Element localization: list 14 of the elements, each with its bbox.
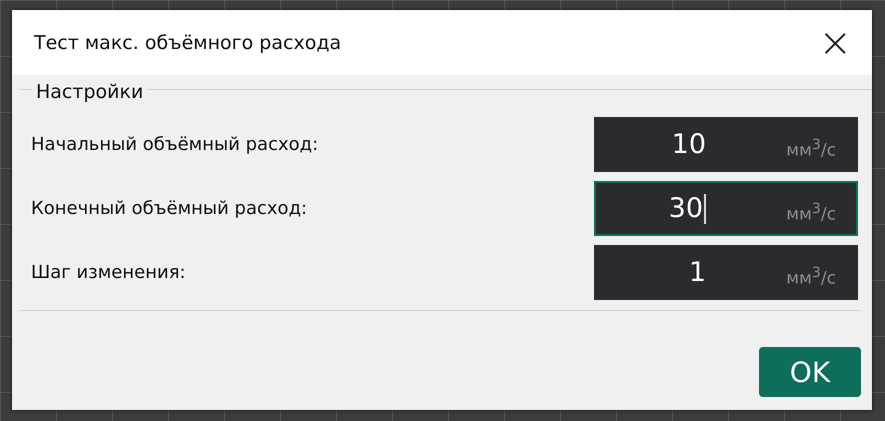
input-field[interactable]: 30 мм$^{3}$/с [594,181,858,236]
field-label: Начальный объёмный расход: [31,134,318,155]
input-field[interactable]: 10 мм$^{3}$/с [594,117,858,172]
close-button[interactable]: × [812,22,858,62]
ok-button[interactable]: OK [759,347,861,397]
unit-label: мм$^{3}$/с [786,265,836,289]
input-field[interactable]: 1 мм$^{3}$/с [594,245,858,300]
text-caret [704,194,706,224]
field-label: Шаг изменения: [31,262,186,283]
unit-label: мм$^{3}$/с [786,201,836,225]
group-title: Настройки [32,81,148,103]
unit-label: мм$^{3}$/с [786,137,836,161]
window-title: Тест макс. объёмного расхода [34,32,342,54]
field-label: Конечный объёмный расход: [31,198,308,219]
